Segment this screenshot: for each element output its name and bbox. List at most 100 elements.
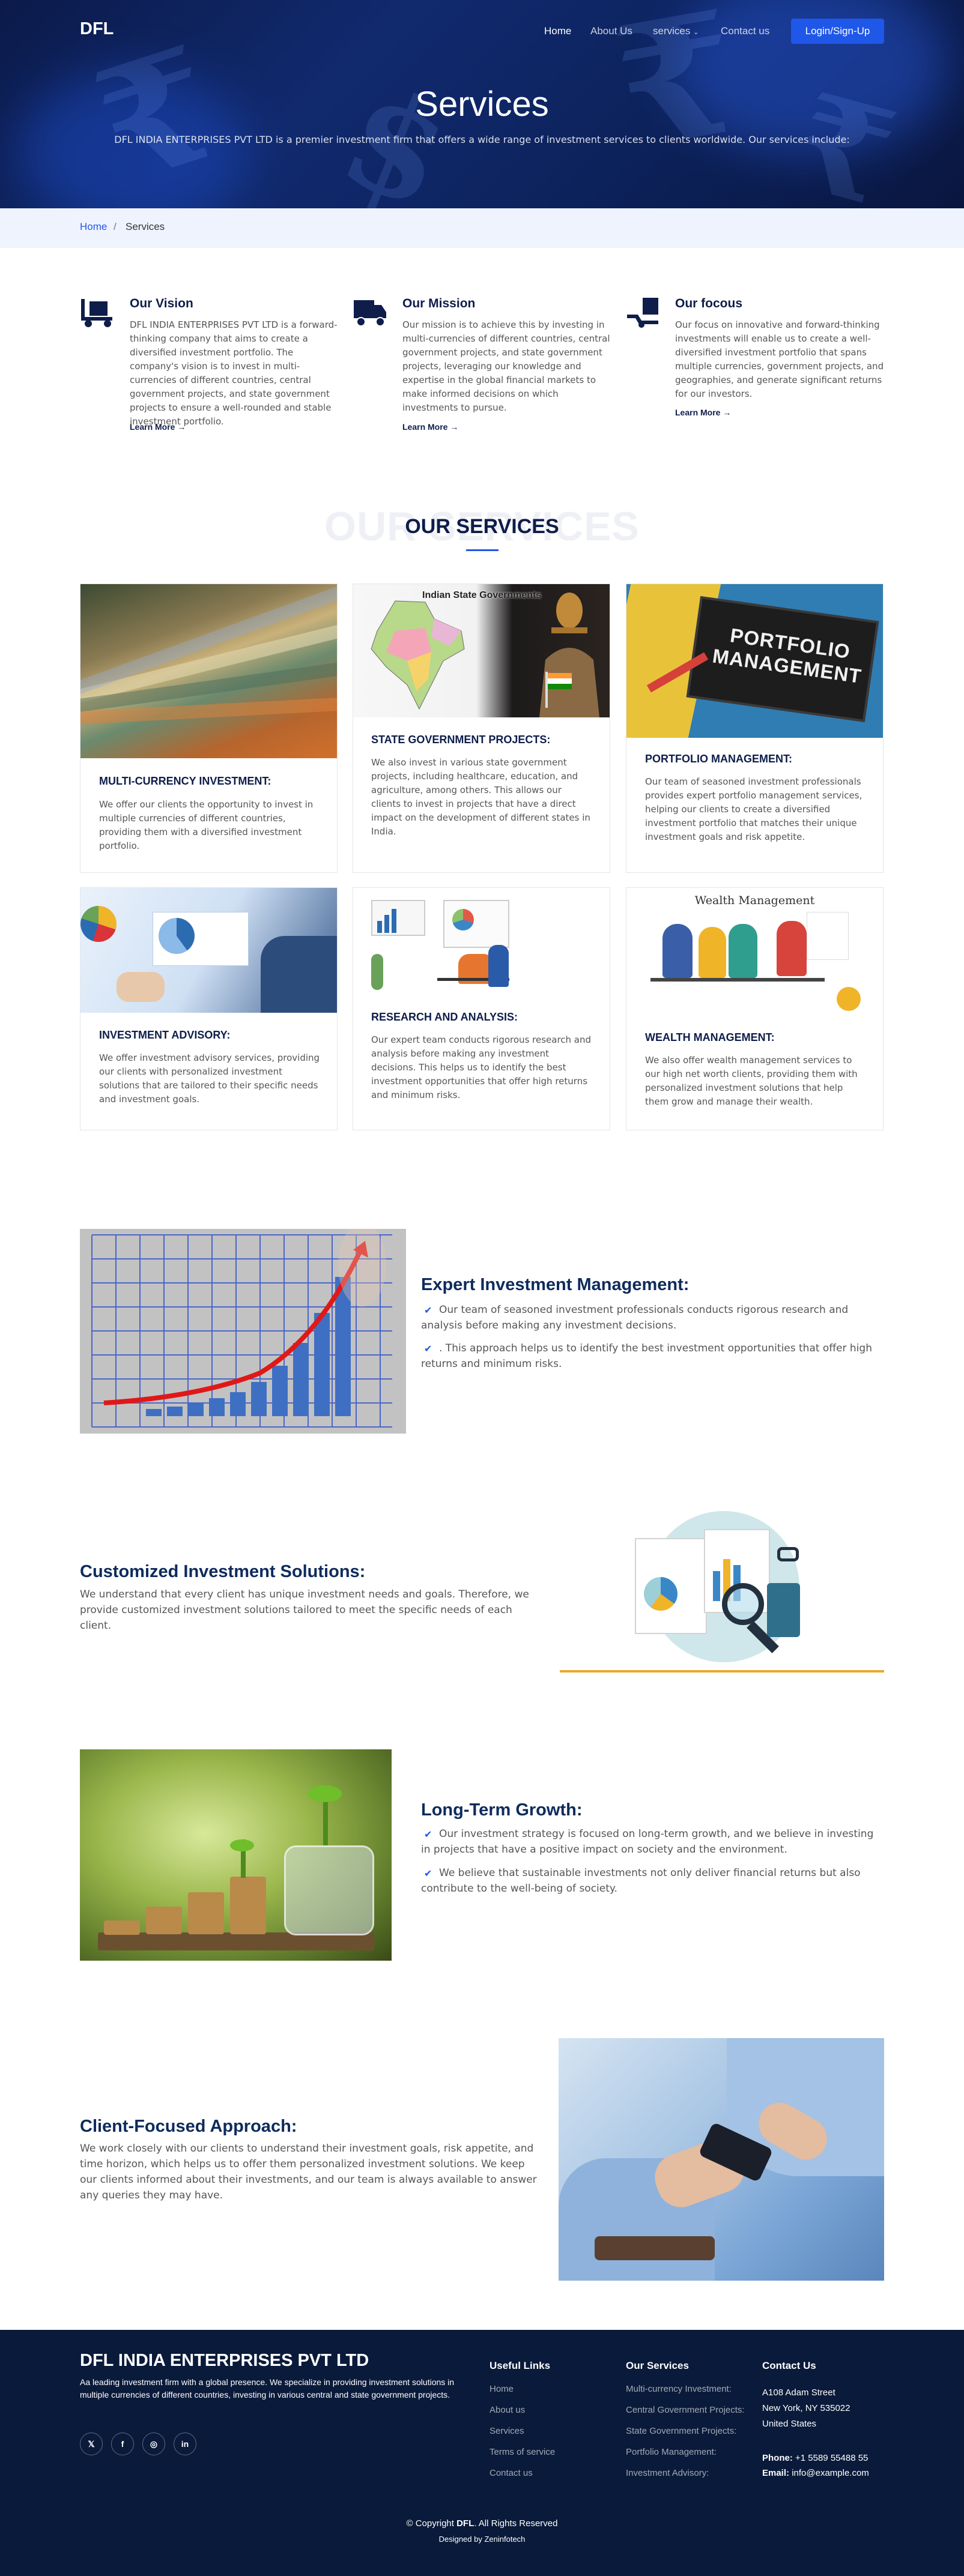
currency-notes-image — [80, 584, 337, 758]
service-title: INVESTMENT ADVISORY: — [99, 1029, 231, 1041]
nav-contact[interactable]: Contact us — [721, 25, 769, 37]
mission-learn-more-link[interactable]: Learn More → — [402, 422, 458, 432]
nav-home[interactable]: Home — [544, 25, 571, 37]
arrow-right-icon: → — [450, 422, 459, 432]
expert-point: Our team of seasoned investment professi… — [421, 1304, 849, 1332]
wealth-management-image: Wealth Management — [626, 888, 883, 1024]
longterm-title: Long-Term Growth: — [421, 1800, 583, 1820]
footer-address-line: A108 Adam Street — [762, 2387, 835, 2398]
growing-coins-image — [80, 1749, 392, 1961]
service-text: We offer our clients the opportunity to … — [99, 799, 314, 851]
footer-link-contact[interactable]: Contact us — [490, 2468, 533, 2478]
footer-services-title: Our Services — [626, 2360, 689, 2371]
footer-service-link[interactable]: Investment Advisory: — [626, 2468, 709, 2478]
copyright-brand: DFL — [456, 2518, 474, 2529]
learn-more-label: Learn More — [675, 408, 721, 417]
breadcrumb-current: Services — [126, 221, 165, 232]
footer-contact-title: Contact Us — [762, 2360, 816, 2371]
breadcrumb-home[interactable]: Home — [80, 221, 107, 233]
service-title: PORTFOLIO MANAGEMENT: — [645, 753, 792, 765]
longterm-point: Our investment strategy is focused on lo… — [421, 1828, 874, 1856]
copyright-suffix: . All Rights Reserved — [474, 2518, 558, 2529]
email-label: Email: — [762, 2468, 790, 2478]
portfolio-management-image: PORTFOLIO MANAGEMENT — [626, 584, 883, 738]
longterm-point: We believe that sustainable investments … — [421, 1867, 861, 1895]
footer-link-terms[interactable]: Terms of service — [490, 2447, 555, 2457]
truck-icon — [354, 300, 386, 327]
service-text: Our expert team conducts rigorous resear… — [371, 1034, 592, 1100]
customized-title: Customized Investment Solutions: — [80, 1562, 366, 1581]
hand-truck-box-icon — [627, 298, 658, 328]
title-underline — [466, 549, 499, 551]
footer-link-home[interactable]: Home — [490, 2384, 514, 2394]
service-title: MULTI-CURRENCY INVESTMENT: — [99, 775, 271, 787]
service-text: We also offer wealth management services… — [645, 1055, 858, 1107]
nav-services[interactable]: services ⌄ — [653, 25, 699, 37]
learn-more-label: Learn More — [130, 422, 175, 432]
login-signup-button[interactable]: Login/Sign-Up — [791, 19, 884, 44]
footer-service-link[interactable]: State Government Projects: — [626, 2426, 736, 2436]
image-caption: Wealth Management — [694, 894, 815, 907]
expert-title: Expert Investment Management: — [421, 1275, 690, 1294]
focus-title: Our focous — [675, 297, 743, 310]
growth-chart-illustration — [91, 1229, 392, 1428]
facebook-icon[interactable]: f — [111, 2433, 134, 2455]
footer-service-link[interactable]: Multi-currency Investment: — [626, 2384, 732, 2394]
focus-learn-more-link[interactable]: Learn More → — [675, 408, 731, 417]
vision-learn-more-link[interactable]: Learn More → — [130, 422, 186, 432]
state-government-image: Indian State Governments — [353, 584, 610, 717]
arrow-right-icon: → — [723, 408, 732, 417]
service-title: WEALTH MANAGEMENT: — [645, 1031, 775, 1043]
dollar-symbol-decor: $ — [321, 53, 471, 208]
designed-by: Designed by Zeninfotech — [438, 2535, 526, 2544]
vision-text: DFL INDIA ENTERPRISES PVT LTD is a forwa… — [130, 319, 338, 427]
copyright-prefix: © Copyright — [406, 2518, 454, 2529]
footer-useful-links-title: Useful Links — [490, 2360, 551, 2371]
footer-email: Email: info@example.com — [762, 2468, 869, 2478]
mission-text: Our mission is to achieve this by invest… — [402, 319, 610, 413]
client-text: We work closely with our clients to unde… — [80, 2143, 537, 2201]
growth-chart-image — [80, 1229, 406, 1434]
india-map-illustration — [371, 600, 465, 710]
hand-truck-icon — [81, 299, 112, 327]
focus-text: Our focus on innovative and forward-thin… — [675, 319, 884, 399]
service-title: STATE GOVERNMENT PROJECTS: — [371, 734, 551, 746]
chevron-down-icon: ⌄ — [693, 29, 699, 36]
mission-title: Our Mission — [402, 297, 476, 310]
section-title: OUR SERVICES — [405, 515, 559, 538]
twitter-icon[interactable]: 𝕏 — [80, 2433, 103, 2455]
investment-advisory-image — [80, 888, 337, 1013]
footer-link-services[interactable]: Services — [490, 2426, 524, 2436]
footer-service-link[interactable]: Central Government Projects: — [626, 2405, 745, 2415]
page-title: Services — [415, 85, 549, 124]
service-text: Our team of seasoned investment professi… — [645, 776, 862, 842]
service-text: We also invest in various state governme… — [371, 757, 590, 837]
learn-more-label: Learn More — [402, 422, 448, 432]
service-title: RESEARCH AND ANALYSIS: — [371, 1011, 518, 1023]
customized-text: We understand that every client has uniq… — [80, 1588, 529, 1632]
hero-subtitle: DFL INDIA ENTERPRISES PVT LTD is a premi… — [114, 134, 850, 145]
arrow-right-icon: → — [177, 422, 186, 432]
footer-link-about[interactable]: About us — [490, 2405, 525, 2415]
nav-about[interactable]: About Us — [590, 25, 632, 37]
handshake-phone-image — [559, 2038, 884, 2281]
footer-service-link[interactable]: Portfolio Management: — [626, 2447, 717, 2457]
instagram-icon[interactable]: ◎ — [142, 2433, 165, 2455]
footer-phone: Phone: +1 5589 55488 55 — [762, 2453, 868, 2463]
linkedin-icon[interactable]: in — [174, 2433, 196, 2455]
investment-solutions-image — [560, 1511, 884, 1673]
nav-services-label: services — [653, 25, 691, 37]
ashoka-emblem-illustration — [539, 593, 599, 717]
copyright: © Copyright DFL. All Rights Reserved — [0, 2518, 964, 2529]
client-title: Client-Focused Approach: — [80, 2117, 297, 2136]
expert-point: . This approach helps us to identify the… — [421, 1342, 872, 1370]
email-value[interactable]: info@example.com — [792, 2468, 869, 2478]
breadcrumb-separator: / — [114, 221, 117, 232]
footer-address-line: United States — [762, 2419, 817, 2429]
footer-address-line: New York, NY 535022 — [762, 2403, 850, 2413]
logo[interactable]: DFL — [80, 19, 114, 39]
research-analysis-image — [353, 888, 610, 996]
service-text: We offer investment advisory services, p… — [99, 1052, 320, 1105]
footer-company-name: DFL INDIA ENTERPRISES PVT LTD — [80, 2351, 369, 2370]
phone-value: +1 5589 55488 55 — [795, 2453, 869, 2463]
